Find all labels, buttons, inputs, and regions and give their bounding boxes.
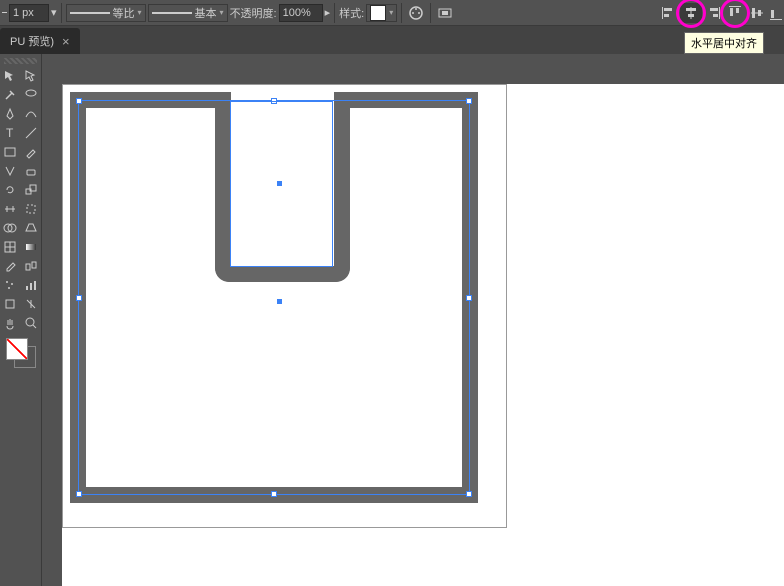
- selection-tool[interactable]: [0, 66, 21, 85]
- scale-tool[interactable]: [21, 180, 42, 199]
- chevron-down-icon[interactable]: ▸: [325, 6, 331, 19]
- type-tool[interactable]: T: [0, 123, 21, 142]
- stroke-weight-field: 粗细: ⎯ ▾: [2, 4, 57, 22]
- pen-tool[interactable]: [0, 104, 21, 123]
- document-tabs: PU 预览) ×: [0, 26, 784, 54]
- separator: [61, 3, 62, 23]
- close-icon[interactable]: ×: [62, 34, 70, 49]
- shaper-tool[interactable]: [0, 161, 21, 180]
- align-button-group: [658, 3, 782, 23]
- main-area: T: [0, 54, 784, 586]
- separator: [430, 3, 431, 23]
- toolbox: T: [0, 54, 42, 586]
- align-vcenter-button[interactable]: [746, 3, 768, 23]
- dash-label: 基本: [195, 5, 217, 21]
- dash-pattern-dropdown[interactable]: 基本 ▾: [148, 4, 228, 22]
- stroke-pattern-dropdown[interactable]: 等比 ▾: [66, 4, 146, 22]
- align-right-button[interactable]: [702, 3, 724, 23]
- chevron-down-icon: ▾: [220, 8, 224, 17]
- stroke-link-icon[interactable]: ⎯: [2, 7, 7, 18]
- hand-tool[interactable]: [0, 313, 21, 332]
- magic-wand-tool[interactable]: [0, 85, 21, 104]
- separator: [401, 3, 402, 23]
- align-hcenter-button[interactable]: [680, 3, 702, 23]
- shape-builder-tool[interactable]: [0, 218, 21, 237]
- stroke-weight-input[interactable]: [9, 4, 49, 22]
- style-swatch-icon: [370, 5, 386, 21]
- style-dropdown[interactable]: ▾: [366, 4, 397, 22]
- rectangle-tool[interactable]: [0, 142, 21, 161]
- artboard: [62, 84, 507, 528]
- document-tab[interactable]: PU 预览) ×: [0, 28, 80, 54]
- options-bar: 粗细: ⎯ ▾ 等比 ▾ 基本 ▾ 不透明度: ▸ 样式: ▾: [0, 0, 784, 26]
- tooltip: 水平居中对齐: [684, 32, 764, 54]
- align-left-button[interactable]: [658, 3, 680, 23]
- fill-color-icon[interactable]: [6, 338, 28, 360]
- rotate-tool[interactable]: [0, 180, 21, 199]
- column-graph-tool[interactable]: [21, 275, 42, 294]
- align-bottom-button[interactable]: [768, 3, 782, 23]
- eraser-tool[interactable]: [21, 161, 42, 180]
- lasso-tool[interactable]: [21, 85, 42, 104]
- blend-tool[interactable]: [21, 256, 42, 275]
- recolor-icon[interactable]: [406, 3, 426, 23]
- slice-tool[interactable]: [21, 294, 42, 313]
- line-preview-icon: [70, 12, 110, 14]
- free-transform-tool[interactable]: [21, 199, 42, 218]
- gradient-tool[interactable]: [21, 237, 42, 256]
- eyedropper-tool[interactable]: [0, 256, 21, 275]
- toolbox-grip-icon[interactable]: [4, 58, 37, 64]
- chevron-down-icon: ▾: [138, 8, 142, 17]
- opacity-input[interactable]: [279, 4, 323, 22]
- opacity-label: 不透明度:: [230, 5, 277, 21]
- mesh-tool[interactable]: [0, 237, 21, 256]
- paintbrush-tool[interactable]: [21, 142, 42, 161]
- direct-selection-tool[interactable]: [21, 66, 42, 85]
- curvature-tool[interactable]: [21, 104, 42, 123]
- perspective-grid-tool[interactable]: [21, 218, 42, 237]
- zoom-tool[interactable]: [21, 313, 42, 332]
- line-preview-icon: [152, 12, 192, 14]
- tab-title: PU 预览): [10, 33, 54, 49]
- align-to-selection-icon[interactable]: [435, 3, 455, 23]
- fill-stroke-swatch[interactable]: [6, 338, 36, 368]
- line-tool[interactable]: [21, 123, 42, 142]
- anchor-point-icon: [277, 181, 282, 186]
- svg-text:T: T: [6, 126, 14, 140]
- separator: [334, 3, 335, 23]
- canvas[interactable]: [62, 84, 784, 586]
- pattern-label: 等比: [113, 5, 135, 21]
- inner-rectangle-shape[interactable]: [215, 92, 350, 282]
- chevron-down-icon: ▾: [389, 8, 393, 17]
- width-tool[interactable]: [0, 199, 21, 218]
- style-label: 样式:: [339, 5, 364, 21]
- artboard-tool[interactable]: [0, 294, 21, 313]
- chevron-down-icon[interactable]: ▾: [51, 6, 57, 19]
- symbol-sprayer-tool[interactable]: [0, 275, 21, 294]
- align-top-button[interactable]: [724, 3, 746, 23]
- anchor-point-icon: [277, 299, 282, 304]
